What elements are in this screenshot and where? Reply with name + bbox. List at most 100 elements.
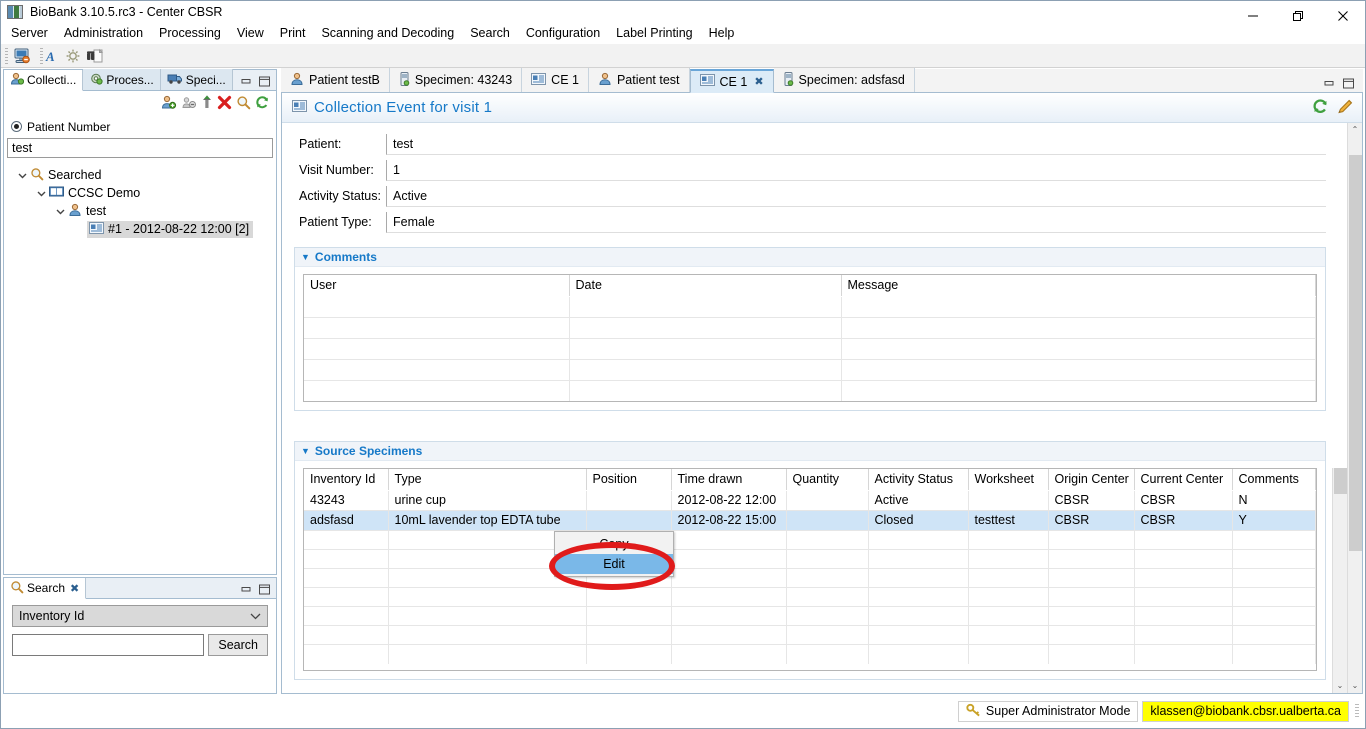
editor-tab-patient-test[interactable]: Patient test bbox=[588, 68, 690, 92]
binoculars-document-icon[interactable] bbox=[84, 46, 106, 66]
panel-maximize-icon[interactable] bbox=[1342, 78, 1355, 92]
search-icon[interactable] bbox=[236, 95, 251, 113]
menu-item-print[interactable]: Print bbox=[272, 24, 314, 43]
move-up-icon[interactable] bbox=[201, 95, 213, 113]
table-row[interactable]: adsfasd 10mL lavender top EDTA tube 2012… bbox=[304, 510, 1316, 531]
table-row[interactable] bbox=[304, 625, 1316, 645]
editor-tab-specimen-43243[interactable]: Specimen: 43243 bbox=[389, 68, 523, 92]
ss-col-inventory-id[interactable]: Inventory Id bbox=[304, 469, 389, 491]
scroll-thumb[interactable] bbox=[1349, 155, 1362, 551]
chevron-down-icon[interactable] bbox=[33, 189, 49, 198]
close-icon[interactable]: ✖ bbox=[754, 75, 763, 88]
delete-icon[interactable] bbox=[217, 95, 232, 113]
menu-item-configuration[interactable]: Configuration bbox=[518, 24, 608, 43]
gear-icon[interactable] bbox=[62, 46, 84, 66]
blue-letter-a-icon[interactable]: A bbox=[40, 46, 62, 66]
menu-item-label-printing[interactable]: Label Printing bbox=[608, 24, 700, 43]
field-activity-status-value[interactable]: Active bbox=[386, 185, 1326, 207]
menu-item-view[interactable]: View bbox=[229, 24, 272, 43]
menu-item-processing[interactable]: Processing bbox=[151, 24, 229, 43]
search-input[interactable] bbox=[12, 634, 205, 656]
ss-col-worksheet[interactable]: Worksheet bbox=[968, 469, 1049, 491]
table-row[interactable] bbox=[304, 296, 1316, 318]
editor-tab-ce-1-active[interactable]: CE 1 ✖ bbox=[689, 69, 774, 93]
field-patient-value[interactable]: test bbox=[386, 133, 1326, 155]
ss-col-position[interactable]: Position bbox=[586, 469, 672, 491]
chevron-down-icon[interactable] bbox=[52, 207, 68, 216]
panel-tab-collections[interactable]: Collecti... bbox=[4, 70, 84, 91]
tree-item-collection-event-selected[interactable]: #1 - 2012-08-22 12:00 [2] bbox=[87, 220, 254, 238]
menu-item-search[interactable]: Search bbox=[462, 24, 518, 43]
panel-tab-processing[interactable]: Proces... bbox=[83, 69, 161, 90]
toolbar-grip[interactable] bbox=[5, 47, 8, 64]
comments-col-message[interactable]: Message bbox=[841, 275, 1316, 297]
refresh-icon[interactable] bbox=[255, 95, 270, 113]
tree-item-collection-event[interactable]: #1 - 2012-08-22 12:00 [2] bbox=[4, 220, 276, 238]
scroll-down-arrow-icon[interactable]: ⌄ bbox=[1337, 679, 1344, 693]
tree-item-ccsc-demo[interactable]: CCSC Demo bbox=[4, 184, 276, 202]
table-row[interactable] bbox=[304, 587, 1316, 607]
panel-minimize-icon[interactable] bbox=[1323, 78, 1336, 92]
ss-col-type[interactable]: Type bbox=[388, 469, 587, 491]
menu-item-scanning-and-decoding[interactable]: Scanning and Decoding bbox=[313, 24, 462, 43]
chevron-down-icon[interactable]: ▼ bbox=[301, 252, 310, 262]
table-row[interactable] bbox=[304, 338, 1316, 360]
source-specimens-table: Inventory Id Type Position Time drawn Qu… bbox=[304, 469, 1316, 664]
table-row[interactable] bbox=[304, 549, 1316, 569]
chevron-down-icon[interactable] bbox=[14, 171, 30, 180]
table-row[interactable] bbox=[304, 380, 1316, 401]
ss-col-quantity[interactable]: Quantity bbox=[786, 469, 869, 491]
scroll-up-arrow-icon[interactable]: ⌃ bbox=[1352, 123, 1359, 137]
panel-minimize-icon[interactable] bbox=[240, 76, 253, 90]
menu-item-administration[interactable]: Administration bbox=[56, 24, 151, 43]
table-row[interactable] bbox=[304, 606, 1316, 626]
refresh-icon[interactable] bbox=[1312, 98, 1329, 118]
comments-section-header[interactable]: ▼ Comments bbox=[295, 248, 1325, 267]
context-menu-item-edit[interactable]: Edit bbox=[555, 554, 673, 574]
tree-item-searched[interactable]: Searched bbox=[4, 166, 276, 184]
editor-vertical-scrollbar[interactable]: ⌃ ⌄ bbox=[1347, 123, 1362, 693]
patient-number-radio[interactable]: Patient Number bbox=[4, 117, 276, 136]
table-row[interactable]: 43243 urine cup 2012-08-22 12:00 Active … bbox=[304, 490, 1316, 511]
context-menu-item-copy[interactable]: Copy bbox=[555, 534, 673, 554]
field-patient-type-value[interactable]: Female bbox=[386, 211, 1326, 233]
table-row[interactable] bbox=[304, 530, 1316, 550]
field-visit-number-value[interactable]: 1 bbox=[386, 159, 1326, 181]
source-specimens-section-header[interactable]: ▼ Source Specimens bbox=[295, 442, 1325, 461]
panel-minimize-icon[interactable] bbox=[240, 584, 253, 598]
remove-patient-icon[interactable] bbox=[181, 95, 197, 113]
editor-tab-ce-1-a[interactable]: CE 1 bbox=[522, 68, 589, 92]
close-icon[interactable]: ✖ bbox=[70, 582, 79, 595]
menu-item-help[interactable]: Help bbox=[701, 24, 743, 43]
panel-maximize-icon[interactable] bbox=[258, 584, 271, 598]
patient-number-input[interactable]: test bbox=[7, 138, 273, 158]
ss-col-activity-status[interactable]: Activity Status bbox=[868, 469, 969, 491]
editor-tab-patient-testb[interactable]: Patient testB bbox=[281, 68, 390, 92]
ss-col-origin-center[interactable]: Origin Center bbox=[1048, 469, 1135, 491]
table-row[interactable] bbox=[304, 359, 1316, 381]
panel-tab-search[interactable]: Search ✖ bbox=[4, 578, 87, 599]
ss-col-comments[interactable]: Comments bbox=[1232, 469, 1316, 491]
status-resize-grip[interactable] bbox=[1355, 704, 1359, 718]
comments-col-user[interactable]: User bbox=[304, 275, 570, 297]
search-button[interactable]: Search bbox=[208, 634, 268, 656]
table-row[interactable] bbox=[304, 644, 1316, 664]
add-patient-icon[interactable] bbox=[161, 95, 177, 113]
chevron-down-icon[interactable]: ▼ bbox=[301, 446, 310, 456]
ss-col-current-center[interactable]: Current Center bbox=[1134, 469, 1233, 491]
editor-tab-specimen-adsfasd[interactable]: Specimen: adsfasd bbox=[773, 68, 915, 92]
comments-col-date[interactable]: Date bbox=[569, 275, 842, 297]
scroll-down-arrow-icon[interactable]: ⌄ bbox=[1352, 679, 1359, 693]
panel-tab-specimens[interactable]: Speci... bbox=[160, 69, 233, 90]
ss-col-time-drawn[interactable]: Time drawn bbox=[671, 469, 787, 491]
menu-item-server[interactable]: Server bbox=[3, 24, 56, 43]
table-row[interactable] bbox=[304, 568, 1316, 588]
server-connect-icon[interactable] bbox=[11, 46, 33, 66]
panel-maximize-icon[interactable] bbox=[258, 76, 271, 90]
table-row[interactable] bbox=[304, 317, 1316, 339]
tree-item-test[interactable]: test bbox=[4, 202, 276, 220]
search-field-select[interactable]: Inventory Id bbox=[12, 605, 268, 627]
scroll-thumb[interactable] bbox=[1334, 468, 1347, 494]
source-specimens-scrollbar[interactable]: ⌄ bbox=[1332, 468, 1347, 693]
edit-pencil-icon[interactable] bbox=[1337, 98, 1354, 118]
